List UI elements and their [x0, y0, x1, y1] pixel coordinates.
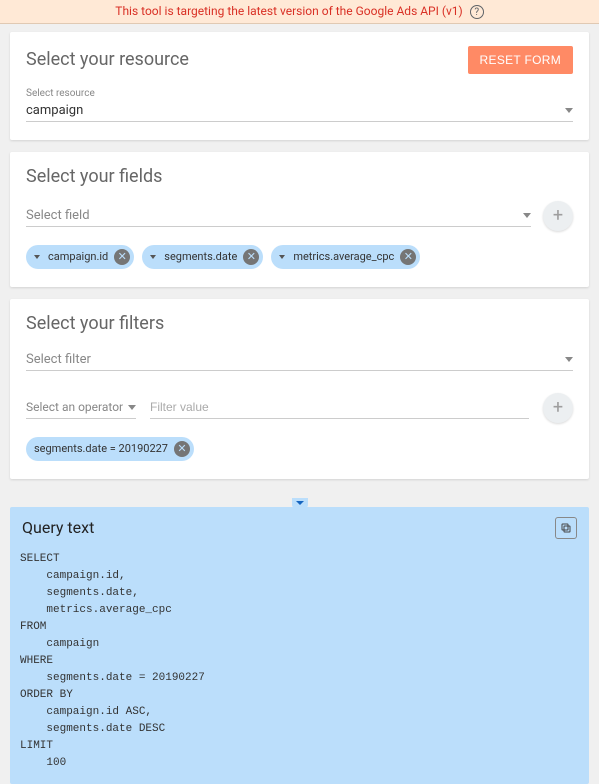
chevron-down-icon: [292, 498, 308, 508]
help-icon[interactable]: ?: [470, 5, 484, 19]
chevron-down-icon: [523, 213, 531, 218]
banner-text: This tool is targeting the latest versio…: [115, 4, 462, 18]
operator-placeholder: Select an operator: [26, 400, 123, 414]
plus-icon: +: [553, 205, 563, 226]
collapse-handle[interactable]: [0, 497, 599, 507]
api-version-banner: This tool is targeting the latest versio…: [0, 0, 599, 24]
chevron-down-icon: [150, 255, 156, 259]
resource-card: Select your resource RESET FORM Select r…: [10, 32, 589, 140]
fields-title: Select your fields: [26, 166, 162, 187]
query-card: Query text SELECT campaign.id, segments.…: [10, 507, 589, 784]
resource-title: Select your resource: [26, 49, 189, 70]
plus-icon: +: [553, 397, 563, 418]
chevron-down-icon: [565, 357, 573, 362]
fields-card: Select your fields Select field + campai…: [10, 152, 589, 287]
close-icon[interactable]: ✕: [114, 249, 130, 265]
chip-label: campaign.id: [48, 250, 108, 263]
chevron-down-icon: [128, 405, 136, 410]
close-icon[interactable]: ✕: [400, 249, 416, 265]
field-chip[interactable]: metrics.average_cpc ✕: [271, 245, 420, 269]
query-text[interactable]: SELECT campaign.id, segments.date, metri…: [10, 547, 589, 784]
query-title: Query text: [22, 518, 94, 537]
add-field-button[interactable]: +: [543, 201, 573, 231]
filter-placeholder: Select filter: [26, 352, 91, 367]
field-select[interactable]: Select field: [26, 204, 531, 227]
resource-select[interactable]: campaign: [26, 99, 573, 122]
filters-title: Select your filters: [26, 313, 164, 334]
filter-chip[interactable]: segments.date = 20190227 ✕: [26, 437, 194, 461]
filter-value-input[interactable]: [150, 396, 529, 419]
copy-icon: [560, 522, 572, 534]
chevron-down-icon: [565, 108, 573, 113]
chip-label: segments.date = 20190227: [34, 442, 168, 455]
field-chips: campaign.id ✕ segments.date ✕ metrics.av…: [26, 245, 573, 269]
filter-chips: segments.date = 20190227 ✕: [26, 437, 573, 461]
operator-select[interactable]: Select an operator: [26, 396, 136, 419]
close-icon[interactable]: ✕: [174, 441, 190, 457]
field-chip[interactable]: segments.date ✕: [142, 245, 263, 269]
resource-value: campaign: [26, 103, 83, 118]
add-filter-button[interactable]: +: [543, 393, 573, 423]
chevron-down-icon: [34, 255, 40, 259]
field-placeholder: Select field: [26, 208, 90, 223]
chip-label: metrics.average_cpc: [293, 250, 394, 263]
close-icon[interactable]: ✕: [243, 249, 259, 265]
filters-card: Select your filters Select filter Select…: [10, 299, 589, 479]
filter-select[interactable]: Select filter: [26, 348, 573, 371]
field-chip[interactable]: campaign.id ✕: [26, 245, 134, 269]
chevron-down-icon: [279, 255, 285, 259]
reset-form-button[interactable]: RESET FORM: [468, 46, 573, 74]
copy-button[interactable]: [555, 517, 577, 539]
chip-label: segments.date: [164, 250, 237, 263]
resource-label: Select resource: [26, 88, 573, 99]
